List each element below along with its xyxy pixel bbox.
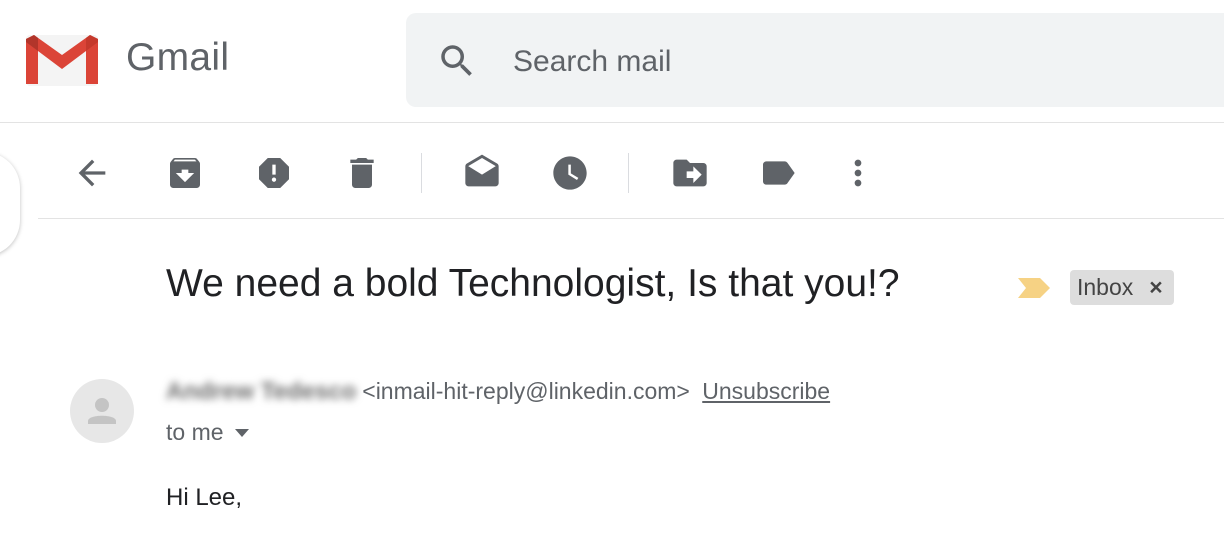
importance-marker-icon[interactable] <box>1016 276 1052 300</box>
sender-line: Andrew Tedesco <inmail-hit-reply@linkedin… <box>166 378 830 408</box>
sender-email: <inmail-hit-reply@linkedin.com> <box>362 378 690 404</box>
recipient-text: to me <box>166 419 224 445</box>
delete-button[interactable] <box>340 151 384 195</box>
app-title: Gmail <box>126 36 230 79</box>
label-icon <box>763 161 795 185</box>
search-input[interactable] <box>511 40 1115 84</box>
message-body: Hi Lee, <box>166 484 243 511</box>
message-toolbar <box>38 123 1224 219</box>
archive-button[interactable] <box>163 151 207 195</box>
person-icon <box>88 398 116 424</box>
arrow-back-icon <box>78 159 106 187</box>
move-to-button[interactable] <box>668 151 712 195</box>
label-chip-text: Inbox <box>1077 274 1134 300</box>
inbox-label-chip: Inbox × <box>1070 270 1174 305</box>
report-spam-button[interactable] <box>252 151 296 195</box>
report-spam-icon <box>259 158 289 188</box>
mark-unread-icon <box>465 154 499 187</box>
more-vert-icon <box>854 159 862 187</box>
chevron-down-icon[interactable] <box>234 428 250 438</box>
toolbar-divider <box>628 153 629 193</box>
gmail-logo-icon[interactable] <box>24 33 100 88</box>
delete-icon <box>350 158 374 188</box>
snooze-button[interactable] <box>548 151 592 195</box>
search-icon[interactable] <box>436 40 478 82</box>
archive-icon <box>170 158 200 188</box>
move-to-icon <box>673 159 707 187</box>
unsubscribe-link[interactable]: Unsubscribe <box>702 378 830 404</box>
mark-unread-button[interactable] <box>460 151 504 195</box>
compose-button-edge[interactable] <box>0 152 20 256</box>
sender-name: Andrew Tedesco <box>166 378 357 405</box>
remove-label-icon[interactable]: × <box>1146 276 1166 299</box>
back-button[interactable] <box>70 151 114 195</box>
email-subject: We need a bold Technologist, Is that you… <box>166 262 900 305</box>
snooze-clock-icon <box>553 156 587 190</box>
toolbar-divider <box>421 153 422 193</box>
recipient-line: to me <box>166 419 250 446</box>
top-header: Gmail <box>0 0 1224 123</box>
labels-button[interactable] <box>756 151 800 195</box>
sender-avatar <box>70 379 134 443</box>
more-options-button[interactable] <box>836 151 880 195</box>
